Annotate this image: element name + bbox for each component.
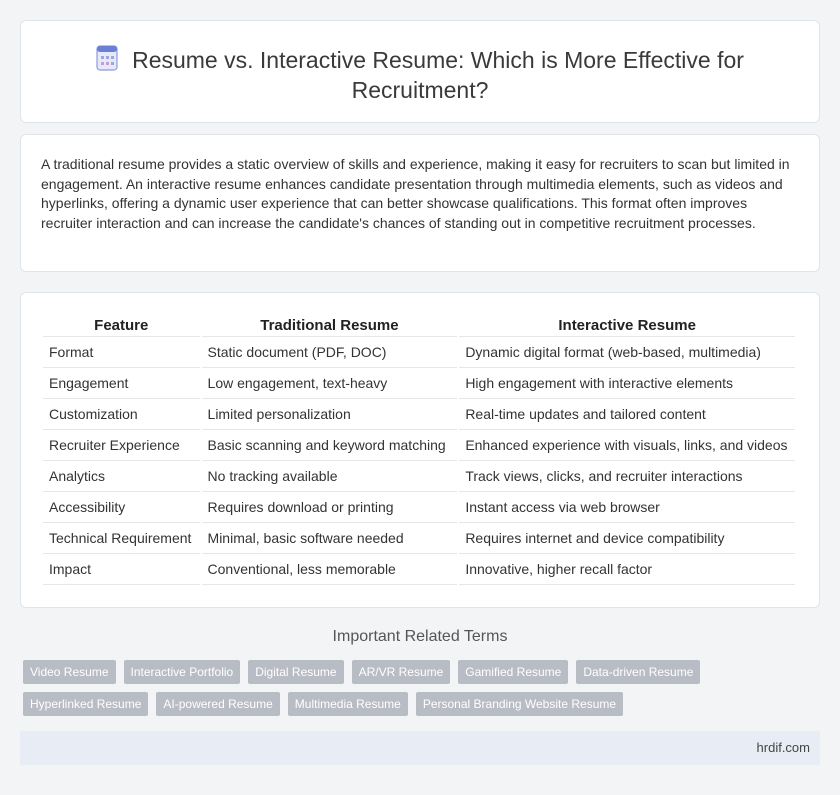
traditional-cell: Requires download or printing [201,492,458,523]
interactive-cell: Instant access via web browser [459,492,795,523]
tag-row-1: Video Resume Interactive Portfolio Digit… [23,660,823,684]
table-row: Accessibility Requires download or print… [43,492,795,523]
interactive-cell: Innovative, higher recall factor [459,554,795,585]
header-traditional: Traditional Resume [201,317,458,337]
feature-cell: Impact [43,554,200,585]
title-card: Resume vs. Interactive Resume: Which is … [20,20,820,123]
tag-row-2: Hyperlinked Resume AI-powered Resume Mul… [23,692,823,716]
interactive-cell: Track views, clicks, and recruiter inter… [459,461,795,492]
tag-video-resume[interactable]: Video Resume [23,660,116,684]
tag-hyperlinked-resume[interactable]: Hyperlinked Resume [23,692,149,716]
intro-card: A traditional resume provides a static o… [20,134,820,272]
feature-cell: Accessibility [43,492,200,523]
page-title: Resume vs. Interactive Resume: Which is … [21,45,819,105]
tag-personal-branding-website-resume[interactable]: Personal Branding Website Resume [415,692,624,716]
tag-data-driven-resume[interactable]: Data-driven Resume [576,660,701,684]
title-line-2: Recruitment? [351,77,489,103]
comparison-table-card: Feature Traditional Resume Interactive R… [20,292,820,608]
feature-cell: Customization [43,399,200,430]
interactive-cell: Real-time updates and tailored content [459,399,795,430]
header-interactive: Interactive Resume [459,317,795,337]
traditional-cell: Minimal, basic software needed [201,523,458,554]
tag-gamified-resume[interactable]: Gamified Resume [458,660,569,684]
traditional-cell: No tracking available [201,461,458,492]
feature-cell: Analytics [43,461,200,492]
footer-site-link[interactable]: hrdif.com [757,740,810,755]
table-row: Analytics No tracking available Track vi… [43,461,795,492]
table-row: Impact Conventional, less memorable Inno… [43,554,795,585]
traditional-cell: Low engagement, text-heavy [201,368,458,399]
interactive-cell: Requires internet and device compatibili… [459,523,795,554]
tag-ar-vr-resume[interactable]: AR/VR Resume [351,660,451,684]
table-header-row: Feature Traditional Resume Interactive R… [43,317,795,337]
tag-digital-resume[interactable]: Digital Resume [248,660,344,684]
traditional-cell: Basic scanning and keyword matching [201,430,458,461]
feature-cell: Recruiter Experience [43,430,200,461]
intro-paragraph: A traditional resume provides a static o… [41,156,790,231]
related-terms-heading: Important Related Terms [332,628,508,645]
tag-interactive-portfolio[interactable]: Interactive Portfolio [123,660,241,684]
feature-cell: Technical Requirement [43,523,200,554]
footer: hrdif.com [20,731,820,765]
traditional-cell: Static document (PDF, DOC) [201,337,458,368]
table-row: Engagement Low engagement, text-heavy Hi… [43,368,795,399]
tag-multimedia-resume[interactable]: Multimedia Resume [287,692,408,716]
traditional-cell: Conventional, less memorable [201,554,458,585]
traditional-cell: Limited personalization [201,399,458,430]
interactive-cell: Dynamic digital format (web-based, multi… [459,337,795,368]
tag-ai-powered-resume[interactable]: AI-powered Resume [156,692,280,716]
table-row: Customization Limited personalization Re… [43,399,795,430]
interactive-cell: Enhanced experience with visuals, links,… [459,430,795,461]
feature-cell: Engagement [43,368,200,399]
table-row: Technical Requirement Minimal, basic sof… [43,523,795,554]
related-terms-tags: Video Resume Interactive Portfolio Digit… [23,660,823,724]
title-line-1: Resume vs. Interactive Resume: Which is … [132,47,744,73]
table-row: Recruiter Experience Basic scanning and … [43,430,795,461]
table-row: Format Static document (PDF, DOC) Dynami… [43,337,795,368]
interactive-cell: High engagement with interactive element… [459,368,795,399]
header-feature: Feature [43,317,200,337]
comparison-table: Feature Traditional Resume Interactive R… [41,317,797,585]
document-icon [96,45,118,71]
feature-cell: Format [43,337,200,368]
